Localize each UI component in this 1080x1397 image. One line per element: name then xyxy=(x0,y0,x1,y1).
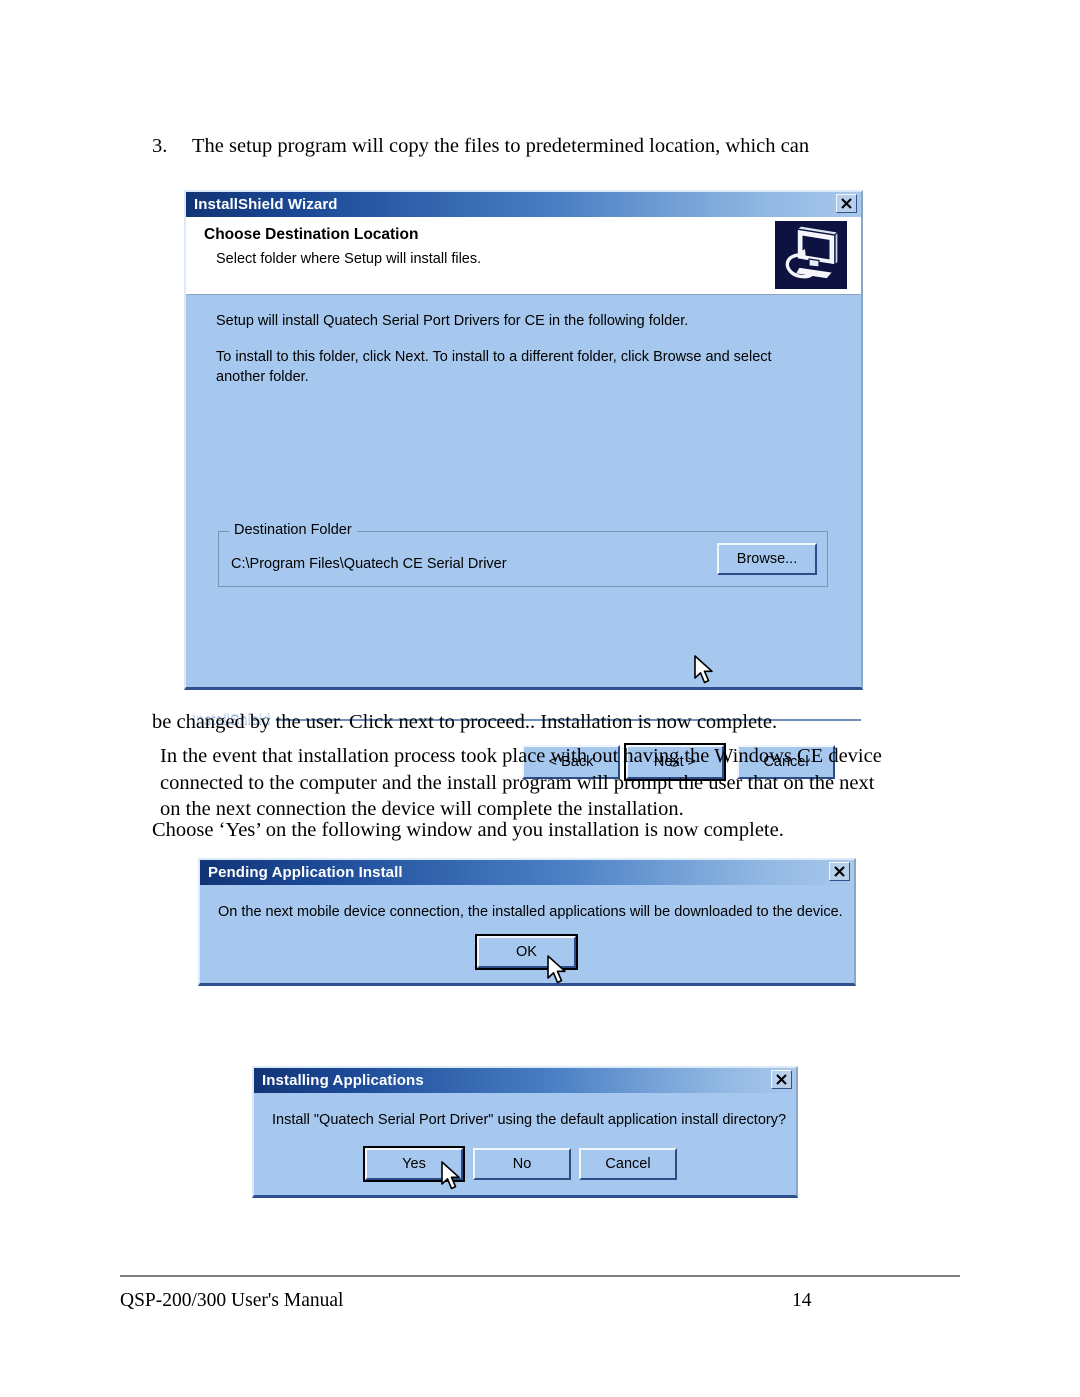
wizard-titlebar: InstallShield Wizard xyxy=(186,192,861,217)
installing-titlebar: Installing Applications xyxy=(254,1068,796,1093)
paragraph-a: be changed by the user. Click next to pr… xyxy=(152,711,778,733)
step-number: 3. xyxy=(152,135,168,157)
installshield-wizard-dialog: InstallShield Wizard Choose Destination … xyxy=(184,190,863,781)
footer-divider xyxy=(120,1275,960,1277)
destination-folder-legend: Destination Folder xyxy=(229,522,357,538)
pending-application-install-dialog: Pending Application Install On the next … xyxy=(198,858,856,986)
close-icon[interactable] xyxy=(836,194,857,213)
close-icon[interactable] xyxy=(771,1070,792,1089)
footer-manual-title: QSP-200/300 User's Manual xyxy=(120,1290,344,1311)
wizard-body-line-1: Setup will install Quatech Serial Port D… xyxy=(216,313,689,329)
computer-install-icon xyxy=(775,221,847,289)
destination-path-value: C:\Program Files\Quatech CE Serial Drive… xyxy=(231,556,507,572)
wizard-header: Choose Destination Location Select folde… xyxy=(186,217,861,295)
pending-title: Pending Application Install xyxy=(208,864,403,881)
numbered-step-3: 3. The setup program will copy the files… xyxy=(152,133,892,159)
close-icon[interactable] xyxy=(829,862,850,881)
footer-page-number: 14 xyxy=(792,1290,812,1311)
wizard-heading: Choose Destination Location xyxy=(204,226,419,243)
pending-message: On the next mobile device connection, th… xyxy=(218,904,843,920)
cancel-button[interactable]: Cancel xyxy=(579,1148,677,1180)
ok-button[interactable]: OK xyxy=(475,934,578,970)
pending-titlebar: Pending Application Install xyxy=(200,860,854,885)
installing-title: Installing Applications xyxy=(262,1072,424,1089)
step-text: The setup program will copy the files to… xyxy=(192,135,810,157)
paragraph-c: Choose ‘Yes’ on the following window and… xyxy=(152,819,784,841)
yes-button[interactable]: Yes xyxy=(363,1146,465,1182)
installing-applications-dialog: Installing Applications Install "Quatech… xyxy=(252,1066,798,1198)
browse-button[interactable]: Browse... xyxy=(717,543,817,575)
wizard-body-line-2: To install to this folder, click Next. T… xyxy=(216,349,772,385)
destination-folder-group: Destination Folder C:\Program Files\Quat… xyxy=(218,522,828,587)
wizard-subheading: Select folder where Setup will install f… xyxy=(216,251,482,267)
no-button[interactable]: No xyxy=(473,1148,571,1180)
wizard-title: InstallShield Wizard xyxy=(194,196,338,213)
paragraph-b: In the event that installation process t… xyxy=(160,745,882,820)
installing-message: Install "Quatech Serial Port Driver" usi… xyxy=(272,1112,787,1128)
